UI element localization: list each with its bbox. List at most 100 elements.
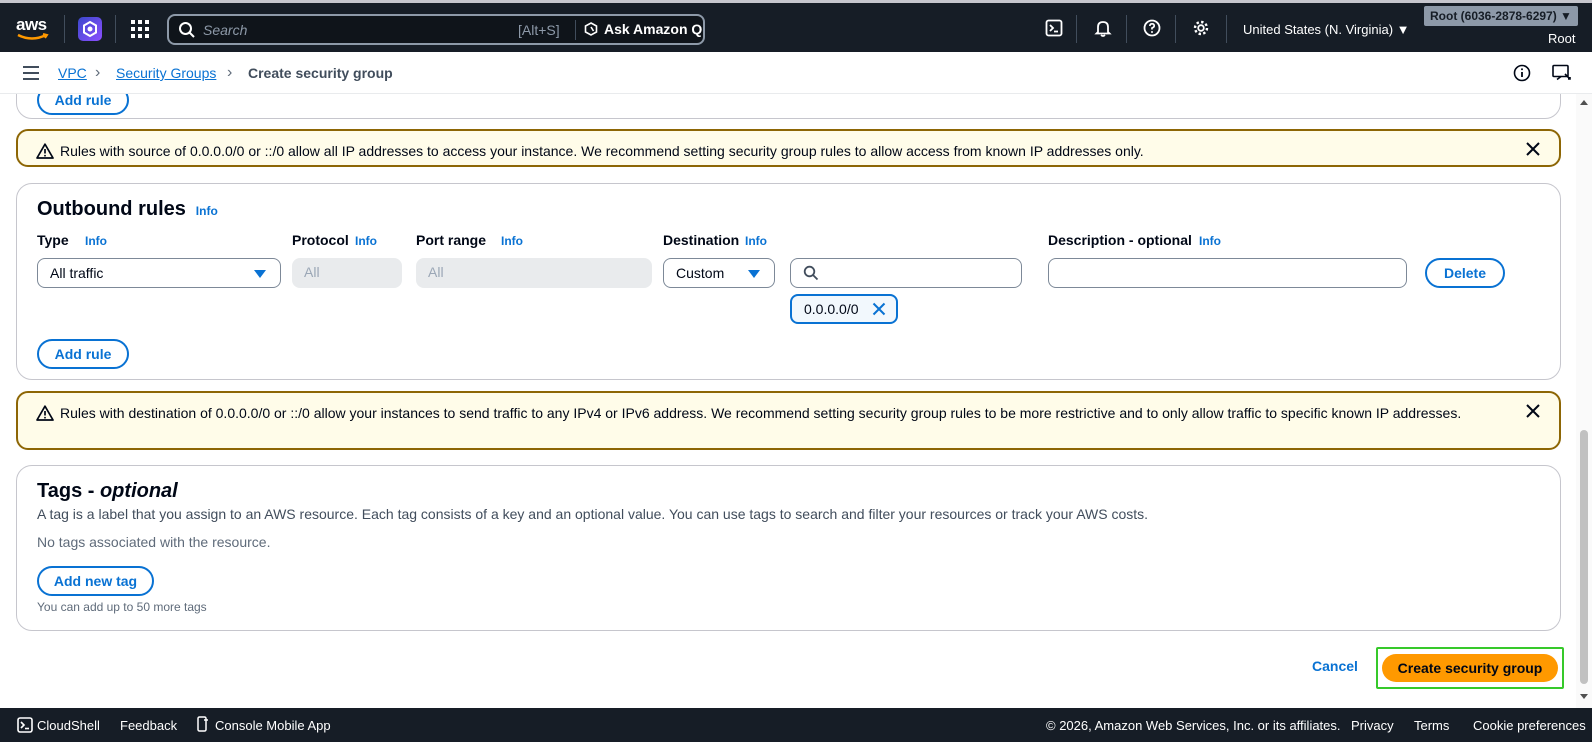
create-button-highlight: Create security group	[1376, 647, 1564, 689]
nav-divider	[1076, 15, 1077, 43]
caret-down-icon	[254, 270, 266, 278]
scroll-down-arrow-icon[interactable]	[1580, 694, 1588, 699]
footer-terms-link[interactable]: Terms	[1414, 718, 1449, 733]
ask-amazon-q-button[interactable]: Ask Amazon Q	[584, 21, 702, 37]
feedback-panel-icon[interactable]	[1552, 64, 1572, 84]
scroll-up-arrow-icon[interactable]	[1580, 100, 1588, 105]
page-scrollbar[interactable]	[1576, 94, 1592, 708]
footer-cookie-preferences-link[interactable]: Cookie preferences	[1473, 718, 1586, 733]
destination-cidr-input[interactable]	[790, 258, 1022, 288]
outbound-rules-header: Outbound rules Info	[37, 198, 218, 221]
search-input[interactable]: Search [Alt+S] Ask Amazon Q	[167, 14, 705, 45]
protocol-field: All	[292, 258, 402, 288]
port-range-field: All	[416, 258, 652, 288]
account-menu[interactable]: Root (6036-2878-6297) ▼	[1424, 6, 1578, 26]
footer-mobile-app-link[interactable]: Console Mobile App	[215, 718, 331, 733]
notifications-bell-icon[interactable]	[1094, 19, 1114, 39]
outbound-rules-panel: Outbound rules Info Type Info Protocol I…	[16, 183, 1561, 380]
outbound-rules-title: Outbound rules	[37, 198, 186, 220]
outbound-warning-alert: Rules with destination of 0.0.0.0/0 or :…	[16, 391, 1561, 450]
chevron-right-icon: ›	[95, 64, 101, 81]
protocol-value: All	[304, 264, 320, 280]
aws-smile-icon	[17, 33, 49, 40]
nav-divider	[1175, 15, 1176, 43]
nav-divider	[1126, 15, 1127, 43]
breadcrumb-current: Create security group	[248, 65, 393, 81]
destination-select-value: Custom	[676, 265, 725, 281]
outbound-add-rule-button[interactable]: Add rule	[37, 339, 129, 369]
amazon-q-icon	[584, 22, 598, 36]
cidr-token: 0.0.0.0/0	[790, 294, 898, 324]
settings-gear-icon[interactable]	[1192, 19, 1212, 39]
search-divider	[575, 20, 576, 40]
outbound-warning-text: Rules with destination of 0.0.0.0/0 or :…	[60, 405, 1462, 421]
info-panel-icon[interactable]	[1513, 64, 1533, 84]
service-shortcut-icon[interactable]	[78, 17, 102, 41]
description-input[interactable]	[1048, 258, 1407, 288]
top-navigation: aws Search [Alt+S] Ask Amazon Q United S…	[0, 0, 1592, 52]
footer: CloudShell Feedback Console Mobile App ©…	[0, 708, 1592, 742]
breadcrumb-vpc[interactable]: VPC	[58, 65, 87, 81]
cloudshell-icon[interactable]	[1045, 19, 1065, 39]
search-icon	[803, 265, 819, 281]
outbound-info-link[interactable]: Info	[196, 204, 218, 218]
close-icon[interactable]	[1525, 141, 1541, 157]
inbound-warning-alert: Rules with source of 0.0.0.0/0 or ::/0 a…	[16, 129, 1561, 167]
tags-title-main: Tags -	[37, 480, 100, 502]
scroll-thumb[interactable]	[1580, 430, 1588, 684]
search-placeholder: Search	[203, 22, 248, 38]
main-content: Add rule Rules with source of 0.0.0.0/0 …	[0, 94, 1576, 708]
delete-rule-button[interactable]: Delete	[1425, 258, 1505, 288]
create-security-group-button[interactable]: Create security group	[1382, 654, 1558, 682]
footer-feedback-link[interactable]: Feedback	[120, 718, 177, 733]
footer-cloudshell-link[interactable]: CloudShell	[37, 718, 100, 733]
cidr-token-label: 0.0.0.0/0	[804, 301, 859, 317]
remove-token-icon[interactable]	[872, 302, 886, 316]
caret-down-icon	[748, 270, 760, 278]
mobile-phone-icon	[197, 716, 208, 732]
destination-info-link[interactable]: Info	[745, 234, 767, 248]
breadcrumb-bar: VPC › Security Groups › Create security …	[0, 52, 1592, 94]
close-icon[interactable]	[1525, 403, 1541, 419]
cloudshell-icon	[17, 717, 33, 733]
inbound-add-rule-button[interactable]: Add rule	[37, 94, 129, 115]
inbound-warning-text: Rules with source of 0.0.0.0/0 or ::/0 a…	[60, 143, 1144, 159]
tags-title: Tags - optional	[37, 480, 178, 503]
warning-icon	[36, 143, 54, 159]
cancel-button[interactable]: Cancel	[1312, 658, 1358, 674]
destination-column-label: Destination	[663, 232, 740, 248]
destination-select[interactable]: Custom	[663, 258, 775, 288]
add-new-tag-button[interactable]: Add new tag	[37, 566, 154, 596]
protocol-info-link[interactable]: Info	[355, 234, 377, 248]
aws-logo[interactable]: aws	[16, 15, 50, 41]
services-grid-icon[interactable]	[131, 20, 149, 38]
type-select[interactable]: All traffic	[37, 258, 281, 288]
aws-logo-text: aws	[16, 15, 47, 34]
footer-privacy-link[interactable]: Privacy	[1351, 718, 1394, 733]
type-select-value: All traffic	[50, 265, 104, 281]
help-icon[interactable]	[1143, 19, 1163, 39]
description-info-link[interactable]: Info	[1199, 234, 1221, 248]
region-selector[interactable]: United States (N. Virginia) ▼	[1243, 22, 1410, 37]
tags-title-optional: optional	[99, 480, 178, 502]
inbound-rules-panel: Add rule	[16, 94, 1561, 119]
side-nav-menu-icon[interactable]	[23, 66, 39, 80]
chevron-right-icon: ›	[227, 64, 233, 81]
search-shortcut: [Alt+S]	[518, 22, 560, 38]
warning-icon	[36, 405, 54, 421]
ask-amazon-q-label: Ask Amazon Q	[604, 21, 703, 37]
type-column-label: Type	[37, 232, 69, 248]
tags-panel: Tags - optional A tag is a label that yo…	[16, 465, 1561, 631]
type-info-link[interactable]: Info	[85, 234, 107, 248]
tags-limit-text: You can add up to 50 more tags	[37, 600, 207, 614]
nav-divider	[115, 15, 116, 43]
nav-divider	[64, 15, 65, 43]
user-label[interactable]: Root	[1548, 31, 1575, 46]
tags-empty-text: No tags associated with the resource.	[37, 534, 271, 550]
port-range-value: All	[428, 264, 444, 280]
breadcrumb-security-groups[interactable]: Security Groups	[116, 65, 216, 81]
port-range-info-link[interactable]: Info	[501, 234, 523, 248]
description-column-label: Description - optional	[1048, 232, 1192, 248]
protocol-column-label: Protocol	[292, 232, 349, 248]
search-icon	[179, 22, 195, 38]
